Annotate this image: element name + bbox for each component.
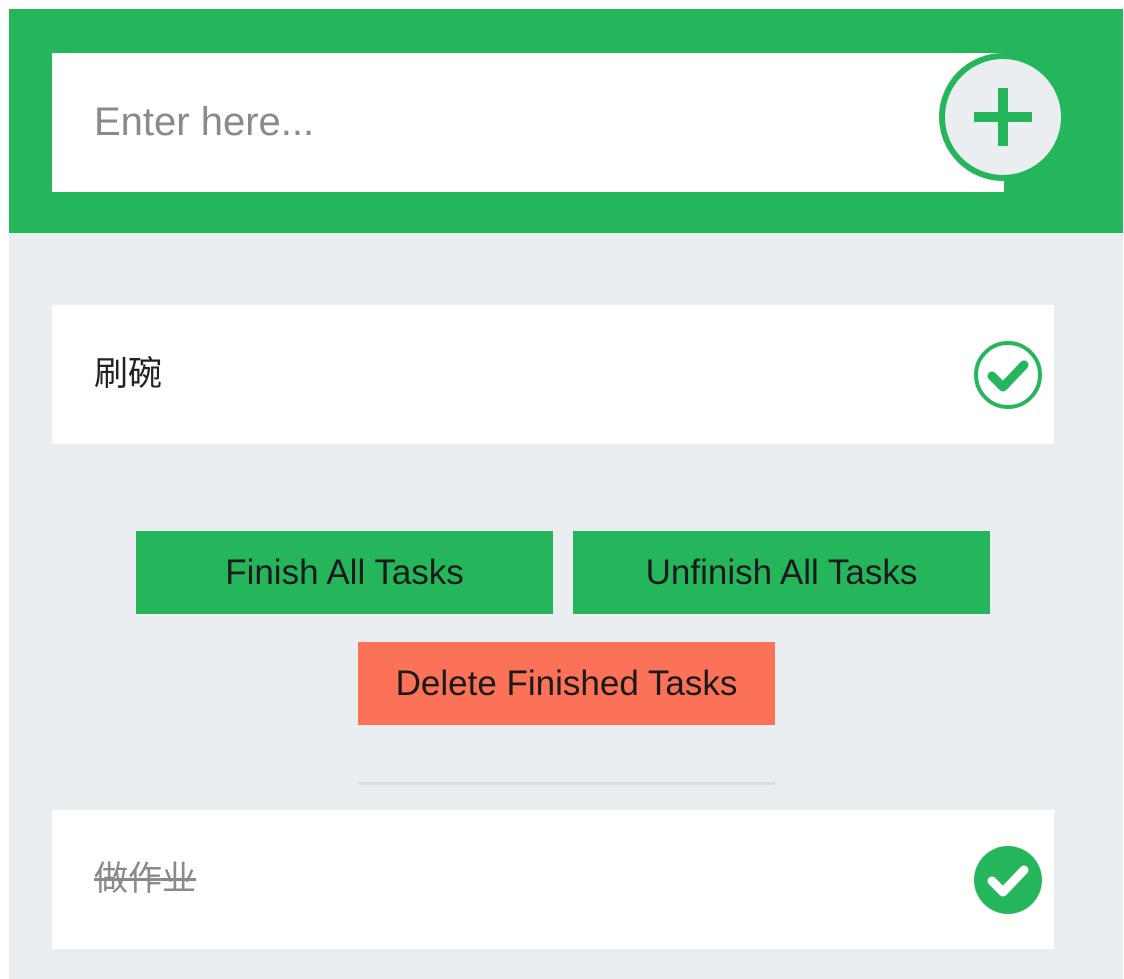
task-input-wrapper xyxy=(52,53,1004,192)
unfinish-all-button[interactable]: Unfinish All Tasks xyxy=(573,531,990,614)
complete-task-toggle[interactable] xyxy=(973,340,1043,410)
task-text: 刷碗 xyxy=(94,354,162,394)
divider xyxy=(358,782,775,785)
uncomplete-task-toggle[interactable] xyxy=(973,845,1043,915)
check-circle-outline-icon xyxy=(974,341,1042,409)
todo-app: 刷碗 Finish All Tasks Unfinish All Tasks D… xyxy=(9,9,1123,979)
plus-icon xyxy=(974,88,1032,146)
header xyxy=(9,9,1123,233)
delete-finished-button[interactable]: Delete Finished Tasks xyxy=(358,642,775,725)
add-task-button[interactable] xyxy=(939,53,1067,181)
task-input[interactable] xyxy=(52,53,952,192)
check-circle-filled-icon xyxy=(974,846,1042,914)
task-text: 做作业 xyxy=(94,859,196,899)
finish-all-button[interactable]: Finish All Tasks xyxy=(136,531,553,614)
task-item-finished: 做作业 xyxy=(52,810,1054,949)
task-item: 刷碗 xyxy=(52,305,1054,444)
